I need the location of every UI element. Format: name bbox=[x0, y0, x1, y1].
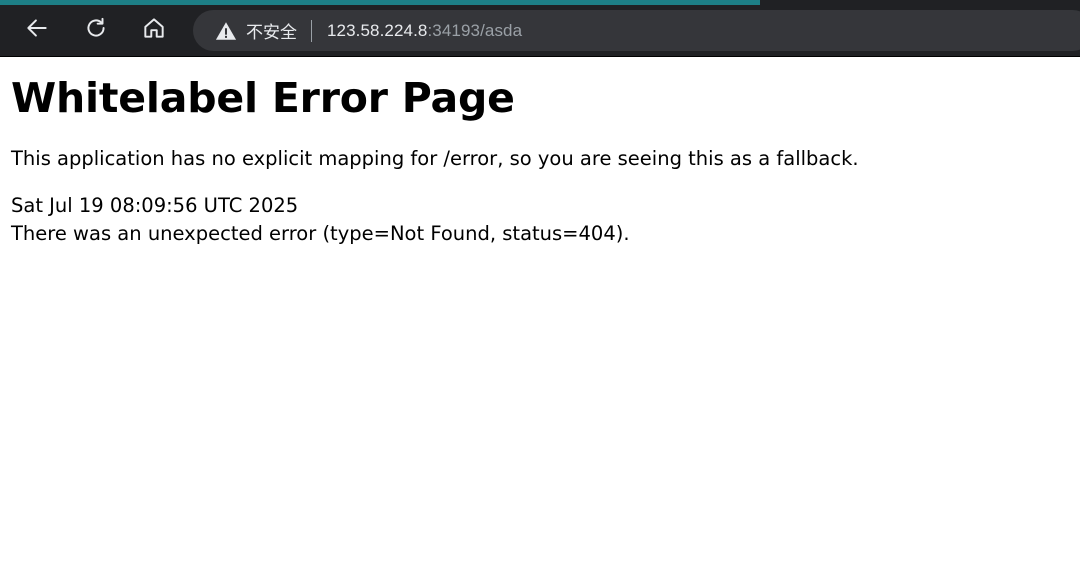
omnibox-divider bbox=[311, 19, 312, 42]
error-timestamp: Sat Jul 19 08:09:56 UTC 2025 bbox=[11, 194, 299, 217]
url-host: 123.58.224.8 bbox=[327, 20, 428, 40]
browser-toolbar: 不安全 123.58.224.8:34193/asda bbox=[0, 0, 1080, 57]
page-content: Whitelabel Error Page This application h… bbox=[0, 58, 1080, 248]
address-bar[interactable]: 不安全 123.58.224.8:34193/asda bbox=[193, 10, 1080, 51]
url-text[interactable]: 123.58.224.8:34193/asda bbox=[327, 21, 522, 41]
back-arrow-icon bbox=[24, 15, 50, 46]
error-message: This application has no explicit mapping… bbox=[11, 147, 859, 170]
loading-progress-bar bbox=[0, 0, 760, 5]
back-button[interactable] bbox=[21, 14, 53, 46]
reload-button[interactable] bbox=[80, 14, 112, 46]
error-description: There was an unexpected error (type=Not … bbox=[11, 222, 630, 245]
page-title: Whitelabel Error Page bbox=[11, 74, 515, 122]
url-path: :34193/asda bbox=[427, 20, 523, 40]
security-status-label[interactable]: 不安全 bbox=[246, 18, 297, 43]
home-icon bbox=[141, 15, 167, 46]
reload-icon bbox=[83, 15, 109, 46]
home-button[interactable] bbox=[138, 14, 170, 46]
error-details: Sat Jul 19 08:09:56 UTC 2025 There was a… bbox=[11, 192, 1069, 248]
warning-icon[interactable] bbox=[215, 20, 237, 42]
